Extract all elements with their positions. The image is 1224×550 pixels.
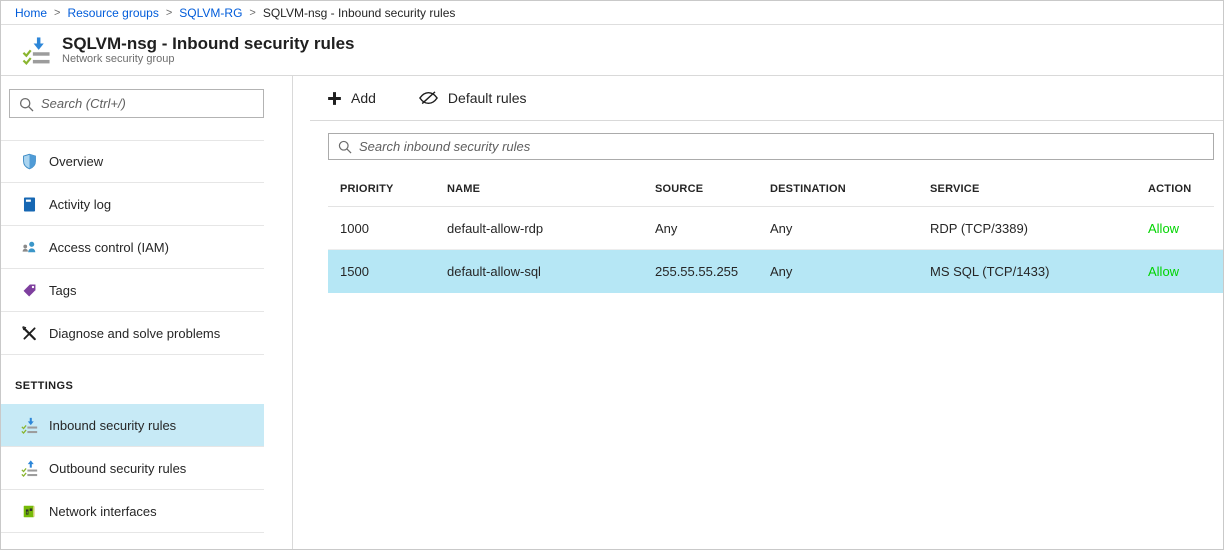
sidebar-item-tags[interactable]: Tags bbox=[1, 269, 264, 312]
search-icon bbox=[18, 96, 34, 112]
add-button-label: Add bbox=[351, 90, 376, 106]
sidebar-item-label: Diagnose and solve problems bbox=[49, 326, 220, 341]
azure-portal-window: Home > Resource groups > SQLVM-RG > SQLV… bbox=[0, 0, 1224, 550]
column-header-source: SOURCE bbox=[655, 183, 770, 195]
page-header: SQLVM-nsg - Inbound security rules Netwo… bbox=[1, 25, 1223, 76]
column-header-service: SERVICE bbox=[930, 183, 1148, 195]
shield-icon bbox=[21, 153, 38, 170]
cell-name: default-allow-rdp bbox=[447, 221, 655, 236]
sidebar-item-activity-log[interactable]: Activity log bbox=[1, 183, 264, 226]
page-title: SQLVM-nsg - Inbound security rules bbox=[62, 34, 355, 53]
table-row-default-allow-rdp[interactable]: 1000 default-allow-rdp Any Any RDP (TCP/… bbox=[328, 207, 1223, 250]
sidebar-item-diagnose[interactable]: Diagnose and solve problems bbox=[1, 312, 264, 355]
sidebar-item-overview[interactable]: Overview bbox=[1, 140, 264, 183]
column-header-priority: PRIORITY bbox=[340, 183, 447, 195]
sidebar-search-box bbox=[9, 89, 264, 118]
breadcrumb: Home > Resource groups > SQLVM-RG > SQLV… bbox=[1, 1, 1223, 25]
breadcrumb-separator: > bbox=[166, 7, 172, 19]
sidebar-item-inbound-security-rules[interactable]: Inbound security rules bbox=[1, 404, 264, 447]
outbound-rules-icon bbox=[21, 460, 38, 477]
table-row-default-allow-sql[interactable]: 1500 default-allow-sql 255.55.55.255 Any… bbox=[328, 250, 1223, 293]
sidebar-item-label: Network interfaces bbox=[49, 504, 157, 519]
sidebar-item-label: Activity log bbox=[49, 197, 111, 212]
cell-source: Any bbox=[655, 221, 770, 236]
default-rules-button[interactable]: Default rules bbox=[416, 86, 529, 110]
book-icon bbox=[21, 196, 38, 213]
sidebar-item-outbound-security-rules[interactable]: Outbound security rules bbox=[1, 447, 264, 490]
cell-action: Allow bbox=[1148, 264, 1223, 279]
sidebar-item-label: Outbound security rules bbox=[49, 461, 186, 476]
cell-action: Allow bbox=[1148, 221, 1223, 236]
sidebar-item-label: Tags bbox=[49, 283, 76, 298]
sidebar-item-label: Overview bbox=[49, 154, 103, 169]
plus-icon bbox=[327, 91, 342, 106]
cell-name: default-allow-sql bbox=[447, 264, 655, 279]
cell-priority: 1500 bbox=[340, 264, 447, 279]
breadcrumb-separator: > bbox=[54, 7, 60, 19]
page-subtitle: Network security group bbox=[62, 53, 355, 66]
inbound-rules-icon bbox=[21, 417, 38, 434]
sidebar-item-access-control[interactable]: Access control (IAM) bbox=[1, 226, 264, 269]
default-rules-button-label: Default rules bbox=[448, 90, 527, 106]
sidebar-settings-nav: Inbound security rules Outbound security… bbox=[1, 404, 264, 533]
breadcrumb-separator: > bbox=[249, 7, 255, 19]
main-content: Add Default rules PRIORITY NAME SOURCE D… bbox=[293, 76, 1223, 549]
cell-destination: Any bbox=[770, 264, 930, 279]
toolbar: Add Default rules bbox=[310, 76, 1223, 121]
sidebar-item-network-interfaces[interactable]: Network interfaces bbox=[1, 490, 264, 533]
column-header-name: NAME bbox=[447, 183, 655, 195]
network-interface-icon bbox=[21, 503, 38, 520]
cell-source: 255.55.55.255 bbox=[655, 264, 770, 279]
tools-icon bbox=[21, 325, 38, 342]
add-button[interactable]: Add bbox=[325, 86, 378, 110]
settings-section-header: SETTINGS bbox=[15, 380, 292, 392]
rules-search-box bbox=[328, 133, 1214, 160]
cell-destination: Any bbox=[770, 221, 930, 236]
sidebar-search-input[interactable] bbox=[41, 96, 263, 111]
rules-table: PRIORITY NAME SOURCE DESTINATION SERVICE… bbox=[293, 172, 1223, 293]
breadcrumb-link-home[interactable]: Home bbox=[15, 6, 47, 20]
tag-icon bbox=[21, 282, 38, 299]
rules-search-input[interactable] bbox=[359, 139, 1213, 154]
column-header-destination: DESTINATION bbox=[770, 183, 930, 195]
cell-priority: 1000 bbox=[340, 221, 447, 236]
breadcrumb-link-resource-groups[interactable]: Resource groups bbox=[67, 6, 158, 20]
sidebar-item-label: Access control (IAM) bbox=[49, 240, 169, 255]
column-header-action: ACTION bbox=[1148, 183, 1214, 195]
breadcrumb-current: SQLVM-nsg - Inbound security rules bbox=[263, 6, 456, 20]
people-icon bbox=[21, 239, 38, 256]
sidebar: Overview Activity log Access control (IA… bbox=[1, 76, 293, 549]
table-header-row: PRIORITY NAME SOURCE DESTINATION SERVICE… bbox=[328, 172, 1214, 207]
breadcrumb-link-sqlvm-rg[interactable]: SQLVM-RG bbox=[179, 6, 242, 20]
sidebar-item-label: Inbound security rules bbox=[49, 418, 176, 433]
cell-service: RDP (TCP/3389) bbox=[930, 221, 1148, 236]
eye-slash-icon bbox=[418, 90, 439, 106]
sidebar-nav: Overview Activity log Access control (IA… bbox=[1, 140, 264, 355]
cell-service: MS SQL (TCP/1433) bbox=[930, 264, 1148, 279]
inbound-rules-icon bbox=[22, 36, 51, 65]
search-icon bbox=[337, 139, 352, 154]
